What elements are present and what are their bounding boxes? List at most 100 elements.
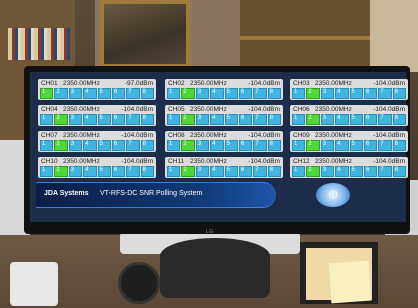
channel-select-button[interactable]: 2 [54, 166, 68, 177]
channel-select-button[interactable]: 8 [140, 140, 154, 151]
channel-select-button[interactable]: 3 [68, 140, 83, 151]
channel-select-button[interactable]: 8 [392, 166, 406, 177]
channel-select-button[interactable]: 7 [378, 140, 392, 151]
channel-select-button[interactable]: 5 [224, 166, 238, 177]
channel-button-label: 4 [212, 115, 216, 121]
channel-select-button[interactable]: 4 [335, 114, 349, 125]
channel-select-button[interactable]: 5 [97, 140, 111, 151]
channel-select-button[interactable]: 2 [306, 166, 320, 177]
channel-select-button[interactable]: 6 [111, 140, 126, 151]
channel-select-button[interactable]: 3 [320, 140, 335, 151]
channel-select-button[interactable]: 7 [126, 140, 140, 151]
channel-select-button[interactable]: 7 [253, 140, 267, 151]
channel-select-button[interactable]: 5 [97, 114, 111, 125]
channel-select-button[interactable]: 1 [292, 140, 306, 151]
channel-select-button[interactable]: 8 [267, 114, 281, 125]
channel-select-button[interactable]: 1 [292, 88, 306, 99]
channel-select-button[interactable]: 2 [306, 114, 320, 125]
channel-select-button[interactable]: 6 [363, 140, 378, 151]
channel-select-button[interactable]: 5 [224, 140, 238, 151]
channel-select-button[interactable]: 8 [392, 140, 406, 151]
channel-select-button[interactable]: 5 [97, 88, 111, 99]
channel-select-button[interactable]: 7 [253, 88, 267, 99]
channel-select-button[interactable]: 4 [83, 88, 97, 99]
channel-select-button[interactable]: 4 [210, 88, 224, 99]
channel-select-button[interactable]: 6 [363, 114, 378, 125]
channel-select-button[interactable]: 7 [253, 166, 267, 177]
channel-select-button[interactable]: 6 [363, 166, 378, 177]
channel-select-button[interactable]: 6 [238, 140, 253, 151]
channel-select-button[interactable]: 4 [335, 88, 349, 99]
channel-select-button[interactable]: 4 [335, 166, 349, 177]
channel-select-button[interactable]: 8 [267, 140, 281, 151]
channel-select-button[interactable]: 6 [111, 166, 126, 177]
channel-select-button[interactable]: 8 [392, 114, 406, 125]
channel-select-button[interactable]: 8 [267, 88, 281, 99]
channel-select-button[interactable]: 7 [126, 114, 140, 125]
channel-select-button[interactable]: 7 [126, 166, 140, 177]
channel-select-button[interactable]: 8 [140, 88, 154, 99]
channel-select-button[interactable]: 1 [292, 166, 306, 177]
channel-select-button[interactable]: 2 [54, 114, 68, 125]
channel-button-label: 2 [183, 141, 187, 147]
channel-select-button[interactable]: 8 [267, 166, 281, 177]
channel-select-button[interactable]: 4 [83, 166, 97, 177]
channel-select-button[interactable]: 8 [140, 166, 154, 177]
channel-select-button[interactable]: 7 [378, 88, 392, 99]
channel-select-button[interactable]: 2 [54, 140, 68, 151]
channel-select-button[interactable]: 3 [320, 166, 335, 177]
channel-select-button[interactable]: 1 [167, 88, 181, 99]
channel-select-button[interactable]: 2 [306, 88, 320, 99]
channel-select-button[interactable]: 8 [392, 88, 406, 99]
channel-select-button[interactable]: 3 [320, 88, 335, 99]
channel-select-button[interactable]: 3 [68, 166, 83, 177]
channel-select-button[interactable]: 6 [238, 166, 253, 177]
channel-select-button[interactable]: 4 [210, 166, 224, 177]
channel-select-button[interactable]: 1 [40, 140, 54, 151]
channel-select-button[interactable]: 5 [349, 88, 363, 99]
channel-select-button[interactable]: 1 [40, 166, 54, 177]
channel-select-button[interactable]: 1 [40, 114, 54, 125]
channel-select-button[interactable]: 4 [210, 114, 224, 125]
channel-select-button[interactable]: 3 [195, 88, 210, 99]
channel-select-button[interactable]: 5 [97, 166, 111, 177]
channel-select-button[interactable]: 1 [167, 114, 181, 125]
channel-select-button[interactable]: 1 [292, 114, 306, 125]
channel-select-button[interactable]: 7 [126, 88, 140, 99]
channel-select-button[interactable]: 3 [68, 88, 83, 99]
channel-select-button[interactable]: 6 [238, 114, 253, 125]
channel-frequency: 2350.00MHz [315, 80, 352, 87]
channel-select-button[interactable]: 4 [210, 140, 224, 151]
channel-select-button[interactable]: 3 [195, 166, 210, 177]
channel-select-button[interactable]: 6 [363, 88, 378, 99]
channel-select-button[interactable]: 5 [224, 114, 238, 125]
channel-select-button[interactable]: 6 [238, 88, 253, 99]
channel-select-button[interactable]: 1 [40, 88, 54, 99]
channel-select-button[interactable]: 2 [181, 166, 195, 177]
channel-select-button[interactable]: 2 [181, 88, 195, 99]
channel-select-button[interactable]: 5 [349, 114, 363, 125]
channel-select-button[interactable]: 7 [253, 114, 267, 125]
channel-select-button[interactable]: 4 [83, 114, 97, 125]
channel-select-button[interactable]: 3 [195, 114, 210, 125]
channel-select-button[interactable]: 2 [54, 88, 68, 99]
channel-select-button[interactable]: 3 [68, 114, 83, 125]
channel-select-button[interactable]: 5 [349, 166, 363, 177]
channel-select-button[interactable]: 5 [349, 140, 363, 151]
channel-select-button[interactable]: 2 [181, 140, 195, 151]
channel-select-button[interactable]: 3 [195, 140, 210, 151]
channel-select-button[interactable]: 2 [306, 140, 320, 151]
channel-select-button[interactable]: 4 [83, 140, 97, 151]
channel-select-button[interactable]: 5 [224, 88, 238, 99]
channel-select-button[interactable]: 4 [335, 140, 349, 151]
channel-select-button[interactable]: 6 [111, 88, 126, 99]
channel-select-button[interactable]: 3 [320, 114, 335, 125]
channel-select-button[interactable]: 6 [111, 114, 126, 125]
channel-select-button[interactable]: 7 [378, 166, 392, 177]
channel-select-button[interactable]: 7 [378, 114, 392, 125]
power-button[interactable]: ⏻ [316, 183, 350, 207]
channel-select-button[interactable]: 8 [140, 114, 154, 125]
channel-select-button[interactable]: 2 [181, 114, 195, 125]
channel-select-button[interactable]: 1 [167, 166, 181, 177]
channel-select-button[interactable]: 1 [167, 140, 181, 151]
